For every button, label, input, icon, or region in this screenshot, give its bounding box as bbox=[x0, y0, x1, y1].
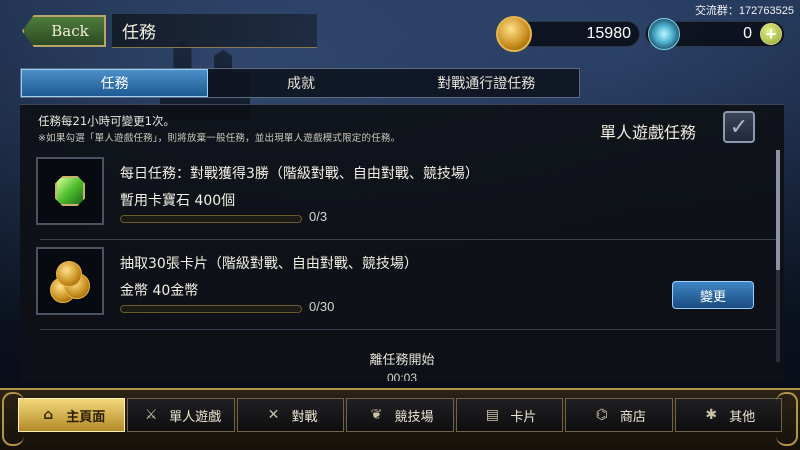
quest-progress-text: 0/3 bbox=[309, 209, 328, 224]
add-crystal-button[interactable]: + bbox=[760, 23, 782, 45]
gold-amount: 15980 bbox=[586, 25, 632, 42]
scroll-thumb[interactable] bbox=[776, 150, 780, 270]
nav-home[interactable]: ⌂ 主頁面 bbox=[18, 398, 126, 432]
home-icon: ⌂ bbox=[43, 407, 54, 423]
sword-shield-icon: ⚔ bbox=[144, 407, 158, 423]
nav-label: 單人遊戲 bbox=[169, 409, 222, 425]
quest-progress-bar bbox=[120, 305, 302, 313]
quest-reward: 暫用卡寶石 400個 bbox=[120, 193, 236, 209]
single-player-note: ※如果勾選「單人遊戲任務」，則將放棄一般任務，並出現單人遊戲模式限定的任務。 bbox=[38, 133, 401, 144]
nav-arena[interactable]: ❦ 競技場 bbox=[346, 398, 454, 432]
nav-cards[interactable]: ▤ 卡片 bbox=[455, 398, 564, 432]
nav-other[interactable]: ✱ 其他 bbox=[674, 398, 782, 432]
check-icon: ✓ bbox=[729, 114, 749, 140]
shop-icon: ⌬ bbox=[595, 407, 608, 423]
crystal-counter: 0 + bbox=[645, 18, 785, 50]
crystal-icon bbox=[648, 18, 680, 50]
nav-label: 主頁面 bbox=[66, 409, 106, 425]
nav-ornament-left bbox=[2, 392, 24, 446]
tab-battle-pass-quests[interactable]: 對戰通行證任務 bbox=[394, 69, 579, 97]
quest-reward: 金幣 40金幣 bbox=[120, 283, 199, 299]
nav-battle[interactable]: ✕ 對戰 bbox=[236, 398, 345, 432]
reset-info: 任務每21小時可變更1次。 bbox=[38, 114, 175, 128]
group-watermark: 交流群：172763525 bbox=[694, 5, 794, 17]
crystal-amount: 0 bbox=[743, 25, 752, 42]
next-quest-label: 離任務開始 bbox=[369, 353, 435, 368]
page-title: 任務 bbox=[112, 14, 317, 48]
nav-ornament-right bbox=[776, 392, 798, 446]
nav-label: 競技場 bbox=[394, 409, 434, 425]
gold-counter: 15980 bbox=[496, 16, 640, 52]
quest-progress-bar bbox=[120, 215, 302, 223]
back-button[interactable]: Back bbox=[22, 15, 106, 47]
change-quest-button[interactable]: 變更 bbox=[672, 281, 754, 309]
divider bbox=[40, 329, 780, 330]
single-player-quest-checkbox[interactable]: ✓ bbox=[723, 111, 755, 143]
single-player-quest-label: 單人遊戲任務 bbox=[600, 123, 697, 142]
tab-achievements[interactable]: 成就 bbox=[208, 69, 393, 97]
quest-icon-frame bbox=[36, 157, 104, 225]
bottom-nav: ⌂ 主頁面 ⚔ 單人遊戲 ✕ 對戰 ❦ 競技場 ▤ 卡片 ⌬ 商店 ✱ 其他 bbox=[0, 388, 800, 450]
nav-label: 商店 bbox=[619, 409, 646, 425]
green-gem-icon bbox=[55, 176, 85, 206]
divider bbox=[40, 239, 780, 240]
gold-coin-icon bbox=[496, 16, 532, 52]
laurel-icon: ❦ bbox=[370, 407, 383, 423]
crossed-swords-icon: ✕ bbox=[267, 407, 280, 423]
tab-bar: 任務 成就 對戰通行證任務 bbox=[20, 68, 580, 98]
nav-shop[interactable]: ⌬ 商店 bbox=[565, 398, 673, 432]
nav-label: 其他 bbox=[729, 409, 756, 425]
quest-panel: 任務每21小時可變更1次。 ※如果勾選「單人遊戲任務」，則將放棄一般任務，並出現… bbox=[20, 104, 784, 382]
quest-item: 每日任務：對戰獲得3勝（階級對戰、自由對戰、競技場） 暫用卡寶石 400個 0/… bbox=[36, 155, 786, 227]
nav-single-play[interactable]: ⚔ 單人遊戲 bbox=[127, 398, 235, 432]
nav-label: 對戰 bbox=[291, 409, 318, 425]
gold-coins-icon bbox=[46, 259, 94, 303]
nav-label: 卡片 bbox=[510, 409, 537, 425]
next-quest-timer: 00:03 bbox=[386, 371, 418, 381]
quest-progress-text: 0/30 bbox=[309, 299, 335, 314]
settings-icon: ✱ bbox=[705, 407, 718, 423]
quest-description: 抽取30張卡片（階級對戰、自由對戰、競技場） bbox=[120, 256, 418, 272]
tab-quests[interactable]: 任務 bbox=[21, 69, 209, 97]
quest-icon-frame bbox=[36, 247, 104, 315]
quest-description: 每日任務：對戰獲得3勝（階級對戰、自由對戰、競技場） bbox=[120, 166, 479, 182]
quest-scrollbar[interactable] bbox=[776, 150, 780, 362]
cards-icon: ▤ bbox=[485, 407, 499, 423]
